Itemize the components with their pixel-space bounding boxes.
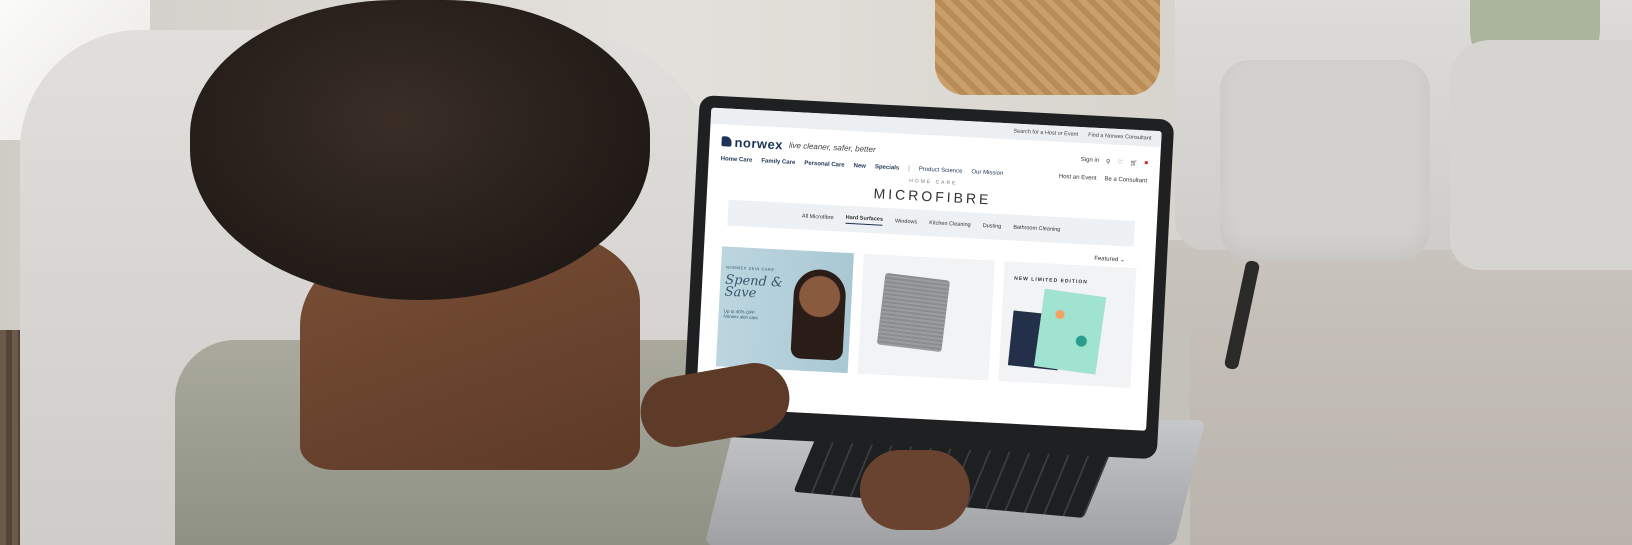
subnav-kitchen-cleaning[interactable]: Kitchen Cleaning [929,220,971,228]
tagline: live cleaner, safer, better [788,140,876,154]
sofa-cushion [1450,40,1632,270]
subnav-hard-surfaces[interactable]: Hard Surfaces [845,214,884,226]
be-consultant-link[interactable]: Be a Consultant [1104,176,1147,184]
subnav-dusting[interactable]: Dusting [983,223,1002,230]
person-hair [190,0,650,300]
utility-link-host[interactable]: Search for a Host or Event [1013,128,1078,137]
logo-text: norwex [734,134,784,152]
cart-icon[interactable]: 🛒︎ [1130,159,1138,166]
nav-item-personal-care[interactable]: Personal Care [804,161,845,169]
flag-icon[interactable]: ■ [1144,160,1148,166]
utility-link-consultant[interactable]: Find a Norwex Consultant [1088,132,1152,141]
product-card[interactable]: NEW LIMITED EDITION [998,261,1137,388]
sofa-cushion [1220,60,1430,260]
photo-scene: Search for a Host or Event Find a Norwex… [0,0,1632,545]
nav-item-our-mission[interactable]: Our Mission [971,169,1003,177]
nav-item-specials[interactable]: Specials [875,164,900,171]
nav-right: Host an Event Be a Consultant [1059,174,1148,185]
promo-model-image [790,268,847,361]
wicker-basket [935,0,1160,95]
heart-icon[interactable]: ♡ [1117,158,1123,165]
nav-item-family-care[interactable]: Family Care [761,158,795,166]
printed-cloth-image [1034,288,1107,375]
product-card[interactable] [857,253,996,381]
logo-mark-icon [721,136,732,147]
header-actions: Sign in ⚲ ♡ 🛒︎ ■ [1081,157,1149,168]
promo-card[interactable]: NORWEX SKIN CARE Spend & Save Up to 40% … [715,246,854,374]
grey-cloth-image [876,272,950,353]
nav-item-new[interactable]: New [853,163,866,170]
host-event-link[interactable]: Host an Event [1059,174,1097,182]
sort-label: Featured [1094,255,1119,264]
person-hand [860,450,970,530]
wood-floor [1130,240,1632,545]
subnav-windows[interactable]: Windows [895,218,918,225]
sign-in-link[interactable]: Sign in [1081,157,1100,164]
subnav-bathroom-cleaning[interactable]: Bathroom Cleaning [1013,225,1060,233]
nav-item-home-care[interactable]: Home Care [721,156,753,164]
nav-item-product-science[interactable]: Product Science [919,167,963,175]
search-icon[interactable]: ⚲ [1106,158,1111,165]
promo-brand: NORWEX SKIN CARE [725,264,775,273]
promo-headline: Spend & Save [724,272,783,302]
site-logo[interactable]: norwex [721,134,783,152]
subnav-all-microfibre[interactable]: All Microfibre [802,214,834,222]
promo-subtext: Up to 40% OFF Norwex skin care [723,308,759,321]
chevron-down-icon: ⌄ [1119,257,1126,264]
limited-edition-label: NEW LIMITED EDITION [1014,275,1088,286]
nav-divider: | [908,166,910,173]
